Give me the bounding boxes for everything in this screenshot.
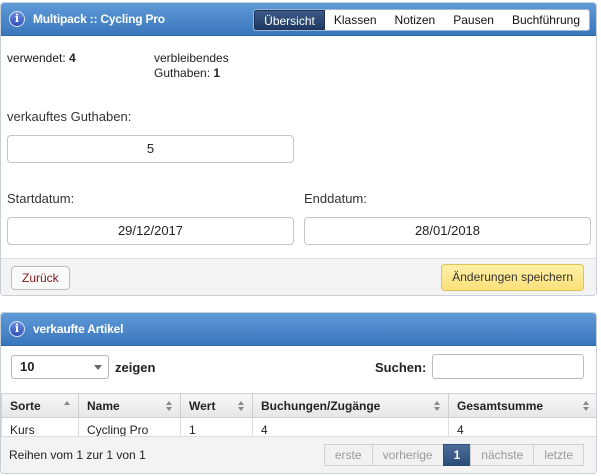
- pager-next-button[interactable]: nächste: [470, 444, 535, 466]
- tab-buchfuehrung[interactable]: Buchführung: [503, 10, 589, 30]
- used-label: verwendet:: [7, 51, 66, 65]
- table-info: Reihen vom 1 zur 1 von 1: [9, 448, 146, 462]
- pagination: erste vorherige 1 nächste letzte: [323, 444, 584, 466]
- sold-items-table: Sorte Name Wert Buchungen/Zugänge Gesamt…: [1, 393, 596, 442]
- used-info: verwendet: 4: [7, 51, 76, 65]
- column-header-wert[interactable]: Wert: [180, 393, 253, 418]
- multipack-footer: Zurück Änderungen speichern: [1, 258, 596, 295]
- pager-first-button[interactable]: erste: [323, 444, 373, 466]
- remaining-value: 1: [213, 66, 221, 80]
- tab-bar: Übersicht Klassen Notizen Pausen Buchfüh…: [253, 9, 590, 31]
- tab-pausen[interactable]: Pausen: [444, 10, 503, 30]
- pager-prev-button[interactable]: vorherige: [371, 444, 444, 466]
- info-icon: i: [9, 321, 25, 337]
- sort-icon: [166, 401, 172, 411]
- pager-last-button[interactable]: letzte: [533, 444, 584, 466]
- table-footer: Reihen vom 1 zur 1 von 1 erste vorherige…: [1, 436, 596, 473]
- show-label: zeigen: [115, 360, 156, 375]
- sold-credit-label: verkauftes Guthaben:: [7, 109, 132, 124]
- sort-asc-icon: [64, 401, 70, 411]
- column-header-buchungen[interactable]: Buchungen/Zugänge: [252, 393, 449, 418]
- end-date-input[interactable]: 28/01/2018: [304, 217, 591, 245]
- panel-title: Multipack :: Cycling Pro: [33, 12, 165, 26]
- column-header-name[interactable]: Name: [78, 393, 181, 418]
- tab-notizen[interactable]: Notizen: [386, 10, 445, 30]
- page-size-value: 10: [20, 359, 35, 374]
- table-header-row: Sorte Name Wert Buchungen/Zugänge Gesamt…: [1, 393, 596, 418]
- start-date-label: Startdatum:: [7, 191, 75, 206]
- sold-credit-input[interactable]: 5: [7, 135, 294, 163]
- panel-title: verkaufte Artikel: [33, 322, 124, 336]
- multipack-header: i Multipack :: Cycling Pro Übersicht Kla…: [1, 3, 596, 36]
- save-changes-button[interactable]: Änderungen speichern: [441, 264, 584, 291]
- pager-page-1[interactable]: 1: [442, 444, 472, 466]
- sold-items-panel: i verkaufte Artikel 10 zeigen Suchen: So…: [0, 312, 597, 474]
- column-header-gesamtsumme[interactable]: Gesamtsumme: [448, 393, 596, 418]
- remaining-info: verbleibendes Guthaben: 1: [154, 51, 229, 81]
- remaining-label-line2: Guthaben:: [154, 66, 211, 80]
- chevron-down-icon: [94, 365, 102, 370]
- used-value: 4: [69, 51, 76, 65]
- start-date-input[interactable]: 29/12/2017: [7, 217, 294, 245]
- search-label: Suchen:: [375, 360, 427, 375]
- page-size-select[interactable]: 10: [11, 355, 109, 379]
- end-date-label: Enddatum:: [304, 191, 367, 206]
- back-button[interactable]: Zurück: [11, 266, 70, 290]
- info-icon: i: [9, 11, 25, 27]
- multipack-panel: i Multipack :: Cycling Pro Übersicht Kla…: [0, 2, 597, 296]
- sort-icon: [583, 401, 589, 411]
- tab-uebersicht[interactable]: Übersicht: [254, 10, 325, 30]
- sort-icon: [238, 401, 244, 411]
- sort-icon: [434, 401, 440, 411]
- tab-klassen[interactable]: Klassen: [325, 10, 386, 30]
- search-input[interactable]: [432, 354, 584, 379]
- column-header-sorte[interactable]: Sorte: [1, 393, 79, 418]
- sold-items-header: i verkaufte Artikel: [1, 313, 596, 346]
- remaining-label-line1: verbleibendes: [154, 51, 229, 65]
